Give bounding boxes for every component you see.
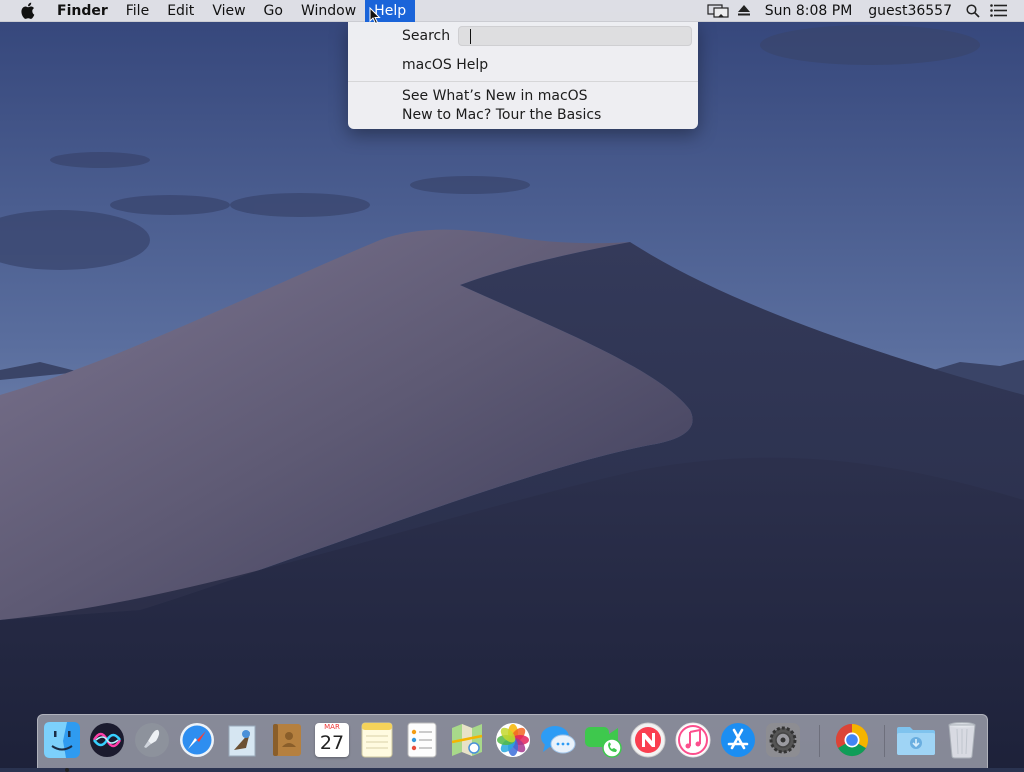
reminders-icon[interactable] (402, 720, 442, 760)
dock-separator (819, 725, 820, 757)
text-caret (470, 29, 471, 44)
contacts-icon[interactable] (267, 720, 307, 760)
menu-separator (348, 81, 698, 82)
menu-view[interactable]: View (203, 0, 254, 22)
eject-icon[interactable] (731, 0, 757, 22)
itunes-icon[interactable] (673, 720, 713, 760)
spotlight-icon[interactable] (960, 0, 986, 22)
menu-bar: Finder File Edit View Go Window Help Sun… (0, 0, 1024, 22)
menu-item-tour-basics[interactable]: New to Mac? Tour the Basics (402, 107, 601, 123)
notification-center-icon[interactable] (986, 0, 1012, 22)
messages-icon[interactable] (538, 720, 578, 760)
calendar-day: 27 (319, 732, 345, 754)
menu-item-whats-new[interactable]: See What’s New in macOS (402, 88, 588, 104)
dock: MAR 27 (37, 714, 988, 772)
menu-bar-clock[interactable]: Sun 8:08 PM (757, 0, 861, 22)
calendar-month: MAR (324, 723, 340, 731)
display-mirroring-icon[interactable] (705, 0, 731, 22)
launchpad-icon[interactable] (132, 720, 172, 760)
calendar-icon[interactable]: MAR 27 (312, 720, 352, 760)
dock-separator (884, 725, 885, 757)
apple-menu-icon[interactable] (18, 2, 36, 20)
system-preferences-icon[interactable] (763, 720, 803, 760)
mail-icon[interactable] (222, 720, 262, 760)
app-store-icon[interactable] (718, 720, 758, 760)
news-icon[interactable] (628, 720, 668, 760)
photos-icon[interactable] (493, 720, 533, 760)
mouse-pointer-icon (369, 7, 381, 25)
help-search-input[interactable] (458, 26, 692, 46)
siri-icon[interactable] (87, 720, 127, 760)
menu-go[interactable]: Go (255, 0, 292, 22)
safari-icon[interactable] (177, 720, 217, 760)
menu-window[interactable]: Window (292, 0, 365, 22)
menu-file[interactable]: File (117, 0, 158, 22)
finder-icon[interactable] (42, 720, 82, 772)
downloads-folder-icon[interactable] (896, 720, 936, 760)
help-menu-dropdown: Search macOS Help See What’s New in macO… (348, 22, 698, 129)
chrome-icon[interactable] (832, 720, 872, 760)
menu-finder[interactable]: Finder (48, 0, 117, 22)
menu-edit[interactable]: Edit (158, 0, 203, 22)
help-search-label: Search (402, 28, 451, 44)
running-indicator (65, 768, 69, 772)
maps-icon[interactable] (447, 720, 487, 760)
facetime-icon[interactable] (583, 720, 623, 760)
menu-item-macos-help[interactable]: macOS Help (402, 57, 488, 73)
trash-icon[interactable] (942, 720, 982, 760)
menu-bar-user[interactable]: guest36557 (860, 0, 960, 22)
notes-icon[interactable] (357, 720, 397, 760)
